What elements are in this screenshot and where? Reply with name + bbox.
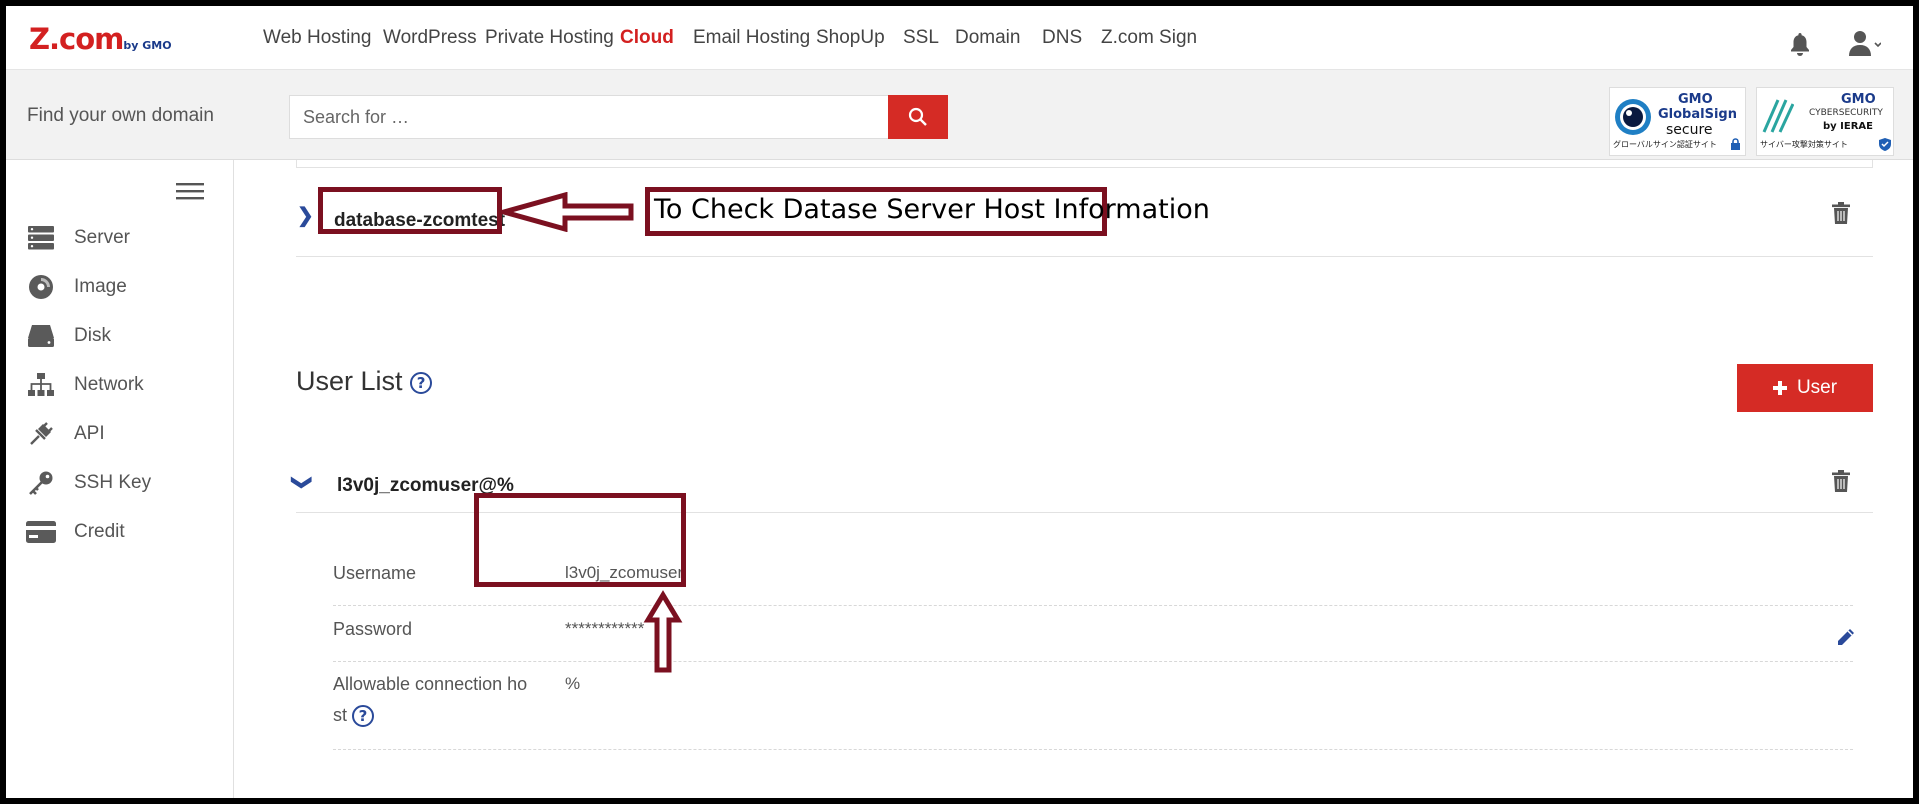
nav-wordpress[interactable]: WordPress bbox=[383, 27, 477, 49]
chevron-down-icon bbox=[1874, 42, 1881, 48]
sidebar-item-label: Network bbox=[74, 374, 144, 395]
password-label: Password bbox=[333, 619, 413, 639]
sidebar-item-server[interactable]: Server bbox=[26, 223, 130, 253]
nav-email-hosting[interactable]: Email Hosting bbox=[693, 27, 810, 49]
help-icon[interactable]: ? bbox=[352, 705, 375, 728]
allowable-host-label-wrap: st ? bbox=[333, 705, 375, 728]
sidebar-item-label: SSH Key bbox=[74, 472, 152, 493]
sidebar-item-network[interactable]: Network bbox=[26, 370, 144, 400]
annotation-box-credentials bbox=[474, 493, 686, 587]
annotation-arrow-up bbox=[643, 590, 683, 673]
card-edge bbox=[296, 160, 1873, 168]
sidebar-item-label: Credit bbox=[74, 521, 125, 542]
server-icon bbox=[28, 226, 54, 250]
divider bbox=[296, 256, 1873, 257]
nav-zcom-sign[interactable]: Z.com Sign bbox=[1101, 27, 1197, 49]
key-icon bbox=[29, 471, 53, 495]
username-label: Username bbox=[333, 563, 417, 583]
sidebar-item-label: Server bbox=[74, 227, 130, 248]
nav-dns[interactable]: DNS bbox=[1042, 27, 1082, 49]
sidebar: Server Image Disk Network API SSH Key Cr… bbox=[6, 160, 234, 798]
disc-icon bbox=[29, 275, 53, 299]
nav-shopup[interactable]: ShopUp bbox=[816, 27, 885, 49]
find-domain-heading: Find your own domain bbox=[27, 105, 214, 126]
search-button[interactable] bbox=[888, 95, 948, 139]
bell-icon[interactable] bbox=[1789, 32, 1811, 56]
network-icon bbox=[28, 373, 54, 396]
sidebar-item-label: API bbox=[74, 423, 105, 444]
nav-domain[interactable]: Domain bbox=[955, 27, 1020, 49]
expand-chevron-right-icon[interactable]: ❯ bbox=[297, 203, 314, 228]
allowable-host-value: % bbox=[565, 674, 581, 693]
trash-icon[interactable] bbox=[1832, 470, 1850, 492]
sidebar-item-ssh-key[interactable]: SSH Key bbox=[26, 468, 151, 498]
help-icon[interactable]: ? bbox=[410, 371, 433, 394]
field-divider bbox=[333, 661, 1853, 662]
browser-frame: Z.comby GMO Web Hosting WordPress Privat… bbox=[6, 6, 1913, 798]
sidebar-item-label: Disk bbox=[74, 325, 111, 346]
allowable-host-label: Allowable connection ho bbox=[333, 674, 528, 694]
shield-check-icon bbox=[1879, 138, 1891, 151]
nav-ssl[interactable]: SSL bbox=[903, 27, 939, 49]
plus-icon bbox=[1772, 381, 1787, 395]
nav-web-hosting[interactable]: Web Hosting bbox=[263, 27, 371, 49]
credit-card-icon bbox=[26, 521, 56, 543]
sidebar-item-disk[interactable]: Disk bbox=[26, 321, 111, 351]
sidebar-item-label: Image bbox=[74, 276, 127, 297]
annotation-text: To Check Datase Server Host Information bbox=[654, 194, 1210, 225]
field-divider bbox=[333, 749, 1853, 750]
collapse-chevron-down-icon[interactable]: ❯ bbox=[290, 474, 315, 491]
field-divider bbox=[333, 605, 1853, 606]
annotation-box-database bbox=[318, 187, 502, 234]
domain-search-input[interactable] bbox=[289, 95, 889, 139]
globalsign-secure-badge[interactable]: GMO GlobalSign secure グローバルサイン認証サイト bbox=[1609, 87, 1746, 156]
annotation-arrow-left bbox=[499, 192, 634, 232]
add-user-button[interactable]: User bbox=[1737, 364, 1873, 412]
user-list-title: User List ? bbox=[296, 366, 433, 397]
trash-icon[interactable] bbox=[1832, 202, 1850, 224]
main-content: ❯ database-zcomtest User List ? User ❯ l… bbox=[235, 160, 1913, 798]
hamburger-menu-icon[interactable] bbox=[176, 181, 204, 201]
eye-icon bbox=[1615, 99, 1651, 135]
plug-icon bbox=[30, 422, 53, 445]
sidebar-item-api[interactable]: API bbox=[26, 419, 105, 449]
cybersecurity-logo-icon bbox=[1762, 99, 1794, 133]
edit-pencil-icon[interactable] bbox=[1835, 626, 1857, 648]
search-icon bbox=[908, 107, 927, 126]
nav-cloud[interactable]: Cloud bbox=[620, 27, 674, 49]
lock-icon bbox=[1731, 138, 1740, 150]
user-icon[interactable] bbox=[1849, 30, 1881, 58]
sidebar-item-credit[interactable]: Credit bbox=[26, 517, 125, 547]
sidebar-item-image[interactable]: Image bbox=[26, 272, 127, 302]
top-navigation: Z.comby GMO Web Hosting WordPress Privat… bbox=[6, 6, 1913, 70]
nav-private-hosting[interactable]: Private Hosting bbox=[485, 27, 614, 49]
disk-icon bbox=[28, 325, 54, 347]
zcom-logo[interactable]: Z.comby GMO bbox=[29, 22, 172, 56]
gmo-cybersecurity-badge[interactable]: GMO CYBERSECURITY by IERAE サイバー攻撃対策サイト bbox=[1756, 87, 1894, 156]
domain-search-band: Find your own domain GMO GlobalSign secu… bbox=[6, 70, 1913, 160]
password-value: ************ bbox=[565, 619, 645, 638]
